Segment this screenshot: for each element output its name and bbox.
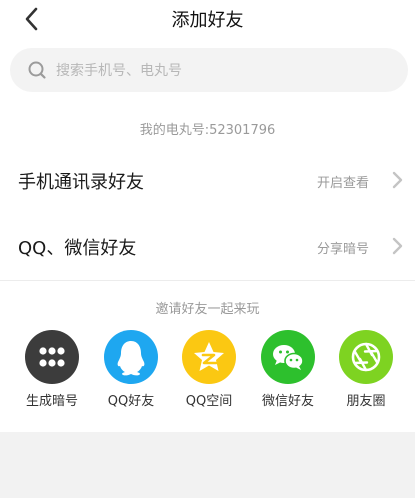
- chevron-right-icon: [392, 237, 403, 255]
- invite-title: 邀请好友一起来玩: [155, 302, 260, 317]
- wechat-icon: [273, 345, 304, 370]
- share-icon-circle: [104, 330, 158, 384]
- section-divider: [0, 280, 415, 281]
- nav-bar: 添加好友: [0, 0, 415, 38]
- contacts-friends-row[interactable]: 手机通讯录好友 开启查看: [0, 150, 415, 210]
- share-wechat-friends-button[interactable]: 微信好友: [253, 330, 323, 410]
- search-input[interactable]: [54, 59, 388, 83]
- chevron-right-icon: [392, 171, 403, 189]
- bottom-blank-area: [0, 432, 415, 498]
- share-moments-button[interactable]: 朋友圈: [331, 330, 401, 410]
- qq-penguin-icon: [117, 341, 145, 376]
- share-label: QQ好友: [107, 394, 155, 409]
- search-icon: [28, 61, 46, 79]
- share-icon-circle: [261, 330, 315, 384]
- page-title: 添加好友: [171, 10, 244, 31]
- row-action-text: 分享暗号: [316, 242, 369, 257]
- share-qq-friends-button[interactable]: QQ好友: [96, 330, 166, 410]
- qq-wechat-friends-row[interactable]: QQ、微信好友 分享暗号: [0, 216, 415, 276]
- share-label: QQ空间: [185, 394, 233, 409]
- search-bar[interactable]: [10, 48, 408, 92]
- moments-aperture-icon: [351, 342, 381, 372]
- row-label: 手机通讯录好友: [18, 172, 144, 193]
- my-id-number: 我的电丸号:52301796: [139, 123, 276, 138]
- share-icon-circle: [182, 330, 236, 384]
- share-generate-code-button[interactable]: 生成暗号: [17, 330, 87, 410]
- share-label: 朋友圈: [346, 394, 386, 409]
- share-icon-circle: [25, 330, 79, 384]
- share-label: 微信好友: [261, 394, 314, 409]
- share-label: 生成暗号: [25, 394, 78, 409]
- share-qzone-button[interactable]: QQ空间: [174, 330, 244, 410]
- share-icon-circle: [339, 330, 393, 384]
- row-label: QQ、微信好友: [18, 238, 137, 259]
- row-action-text: 开启查看: [316, 176, 369, 191]
- dots-grid-icon: [39, 347, 65, 367]
- qzone-star-icon: [194, 342, 224, 371]
